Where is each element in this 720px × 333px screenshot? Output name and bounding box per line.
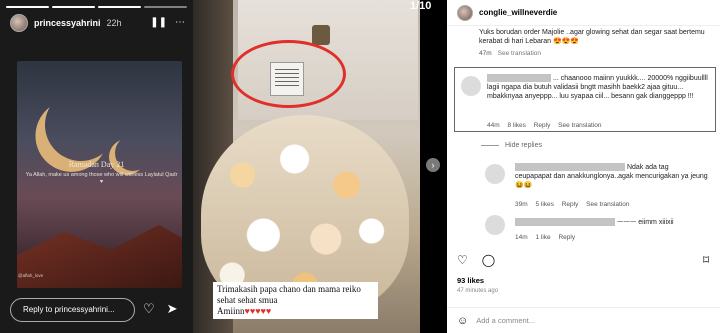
post-header: conglie_willneverdie xyxy=(447,0,720,26)
more-icon[interactable]: ⋯ xyxy=(175,18,185,28)
see-translation-link[interactable]: See translation xyxy=(558,122,601,129)
reply-likes[interactable]: 1 like xyxy=(535,234,550,241)
heart-icon[interactable]: ♡ xyxy=(143,301,155,317)
heart-icon[interactable]: ♡ xyxy=(457,253,468,267)
post-actions: ♡ ◯ xyxy=(457,253,495,267)
emoji-icon[interactable]: ☺ xyxy=(457,315,468,327)
highlighted-comment: ... chaanooo maiinn yuukkk.... 20000% ng… xyxy=(454,67,716,132)
reply-likes[interactable]: 5 likes xyxy=(535,201,553,208)
reply-avatar[interactable] xyxy=(485,164,505,184)
reply-avatar[interactable] xyxy=(485,215,505,235)
red-circle-annotation xyxy=(231,40,346,108)
comment-text: ... chaanooo maiinn yuukkk.... 20000% ng… xyxy=(487,74,708,100)
story-credit: @aflah_love xyxy=(18,273,44,278)
reply-link[interactable]: Reply xyxy=(562,201,579,208)
add-comment-input[interactable] xyxy=(476,316,677,325)
slide-counter: 1/10 xyxy=(410,0,432,12)
caption-time: 47m xyxy=(479,50,492,57)
reply-link[interactable]: Reply xyxy=(534,122,551,129)
story-time: 22h xyxy=(106,18,122,28)
story-avatar[interactable] xyxy=(10,14,28,32)
hide-replies-button[interactable]: Hide replies xyxy=(481,142,542,149)
comment-avatar[interactable] xyxy=(461,76,481,96)
reply-meta: 39m 5 likes Reply See translation xyxy=(515,201,630,208)
post-time: 47 minutes ago xyxy=(457,288,499,294)
reply-text: ᅳᅳᅳ eiimm xiiixii xyxy=(515,218,715,227)
comments-panel: conglie_willneverdie Yuks borudan order … xyxy=(447,0,720,333)
story-title: Ramadan Day 21 xyxy=(68,160,125,169)
story-caption: Ya Allah, make us among those who will w… xyxy=(25,172,178,185)
post-photo[interactable]: Trimakasih papa chano dan mama reiko seh… xyxy=(193,0,420,333)
comment-icon[interactable]: ◯ xyxy=(482,253,495,267)
reply-link[interactable]: Reply xyxy=(558,234,575,241)
add-comment-row: ☺ xyxy=(447,307,720,333)
chevron-right-icon[interactable]: › xyxy=(426,158,440,172)
story-header: princessyahrini 22h ❚❚ ⋯ xyxy=(10,14,185,32)
story-reply-input[interactable]: Reply to princessyahrini... xyxy=(10,298,135,322)
see-translation-link[interactable]: See translation xyxy=(498,50,541,57)
screen: princessyahrini 22h ❚❚ ⋯ Ramadan Day 21 … xyxy=(0,0,720,333)
story-progress-segment xyxy=(6,6,49,8)
reply-meta: 14m 1 like Reply xyxy=(515,234,576,241)
story-progress-bars xyxy=(6,6,187,8)
comment-likes[interactable]: 8 likes xyxy=(507,122,525,129)
photo-overlay-caption: Trimakasih papa chano dan mama reiko seh… xyxy=(213,282,378,319)
story-progress-segment xyxy=(98,6,141,8)
post-username[interactable]: conglie_willneverdie xyxy=(479,8,557,17)
sconce-image xyxy=(312,25,330,45)
likes-count[interactable]: 93 likes xyxy=(457,276,484,285)
story-viewer: princessyahrini 22h ❚❚ ⋯ Ramadan Day 21 … xyxy=(0,0,193,333)
post-avatar[interactable] xyxy=(457,4,473,21)
story-progress-segment xyxy=(52,6,95,8)
send-icon[interactable]: ➤ xyxy=(167,301,178,317)
story-progress-segment xyxy=(144,6,187,8)
story-username[interactable]: princessyahrini xyxy=(34,18,101,28)
comment-meta: 44m 8 likes Reply See translation xyxy=(487,122,602,129)
see-translation-link[interactable]: See translation xyxy=(586,201,629,208)
reply-text: Ndak ada tag ceupapapat dan anakkunglony… xyxy=(515,163,708,189)
pause-icon[interactable]: ❚❚ xyxy=(150,18,167,28)
post-caption: Yuks borudan order Majolie ..agar glowin… xyxy=(479,29,705,57)
crescent-moon-image xyxy=(37,81,125,169)
bookmark-icon[interactable]: ⌑ xyxy=(703,253,709,267)
